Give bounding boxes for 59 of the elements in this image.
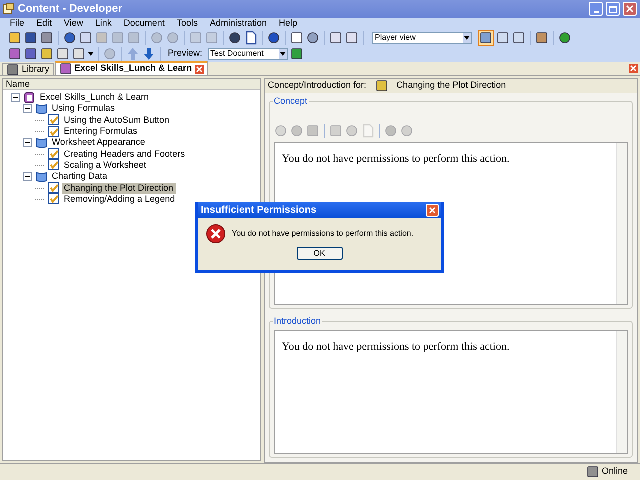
content-text: You do not have permissions to perform this action. (282, 340, 511, 355)
dropdown-arrow-icon (278, 49, 287, 59)
for-value: Changing the Plot Direction (396, 79, 506, 92)
close-button[interactable] (426, 204, 439, 216)
preview-dropdown[interactable]: Test Document (208, 48, 288, 60)
tree-item[interactable]: Changing the Plot Direction (62, 182, 176, 194)
document-tab[interactable]: Library (2, 63, 54, 75)
view-dropdown[interactable]: Player view (372, 32, 472, 44)
close-icon[interactable] (195, 64, 204, 74)
close-button[interactable] (623, 2, 637, 16)
tree-item[interactable]: Creating Headers and Footers (62, 148, 188, 160)
content-area[interactable]: You do not have permissions to perform this action. (274, 330, 628, 454)
close-icon[interactable] (629, 64, 638, 73)
scroll-bar[interactable] (616, 331, 627, 453)
maximize-button[interactable] (606, 2, 620, 16)
content-text: You do not have permissions to perform this action. (282, 152, 511, 167)
caret-icon[interactable] (88, 52, 94, 56)
status-text: Online (602, 465, 628, 478)
menu-item[interactable]: Edit (36, 17, 52, 31)
expand-toggle[interactable] (11, 93, 20, 102)
menu-item[interactable]: Link (95, 17, 112, 31)
close-icon (626, 5, 634, 13)
down-arrow-icon[interactable] (142, 47, 156, 61)
error-icon (206, 224, 226, 244)
menu-item[interactable]: Administration (210, 17, 267, 31)
menu-item[interactable]: Document (124, 17, 165, 31)
tree-item[interactable]: Charting Data (50, 171, 110, 182)
tree-item[interactable]: Using the AutoSum Button (62, 114, 172, 126)
menu-item[interactable]: File (10, 17, 25, 31)
section-title: Introduction (273, 316, 322, 327)
window-title: Content - Developer (18, 2, 124, 17)
for-label: Concept/Introduction for: (268, 79, 367, 92)
book-icon (36, 136, 48, 149)
ok-button[interactable]: OK (296, 247, 342, 260)
tree-item[interactable]: Excel Skills_Lunch & Learn (38, 92, 152, 104)
preview-label: Preview: (168, 47, 203, 60)
expand-toggle[interactable] (23, 138, 32, 148)
expand-toggle[interactable] (23, 104, 32, 114)
tree-item[interactable]: Scaling a Worksheet (62, 160, 148, 171)
section-title: Concept (273, 96, 309, 107)
dropdown-arrow-icon (463, 33, 471, 43)
menu-item[interactable]: View (64, 17, 84, 31)
document-tab[interactable]: Excel Skills_Lunch & Learn (54, 61, 208, 75)
minimize-button[interactable] (589, 2, 603, 16)
tree-item[interactable]: Entering Formulas (62, 126, 140, 138)
close-icon (429, 206, 436, 214)
dropdown-value: Player view (374, 32, 417, 44)
menu-item[interactable]: Tools (176, 17, 198, 31)
scroll-bar[interactable] (616, 143, 627, 304)
tree-item[interactable]: Using Formulas (50, 103, 118, 114)
tree-item[interactable]: Worksheet Appearance (50, 137, 148, 148)
dropdown-value: Test Document (210, 48, 265, 60)
expand-toggle[interactable] (23, 172, 32, 182)
menu-item[interactable]: Help (278, 17, 298, 31)
app-icon (3, 3, 15, 15)
book-icon (36, 170, 48, 183)
tree-item[interactable]: Removing/Adding a Legend (62, 194, 178, 205)
column-header: Name (3, 79, 260, 90)
book-icon (36, 102, 48, 115)
